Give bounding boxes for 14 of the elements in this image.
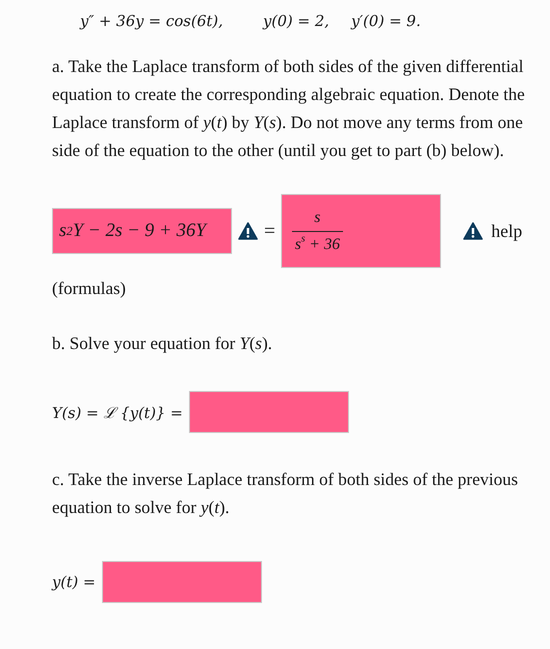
equals-sign: = — [264, 220, 276, 242]
equation-label: Y(s) = ℒ {y(t)} = — [52, 403, 183, 422]
question-text: c. Take the inverse Laplace transform of both sides of the previous equation to solve for y(t). — [52, 468, 519, 519]
equation-label: y(t) = — [52, 573, 96, 591]
answer-field[interactable] — [102, 561, 262, 603]
question-text: b. Solve your equation for Y(s). — [52, 332, 274, 355]
formulas-link[interactable]: (formulas) — [52, 278, 126, 299]
initial-condition: y(0) = 2, — [263, 12, 330, 30]
question-text: a. Take the Laplace transform of both sides of the given differential equation to create the corresponding algebraic equation. Denote the Laplace transform of y(t) by Y(s). Do not move any terms from one side of the equation to the other (until you get to part (b) below). — [52, 55, 526, 162]
help-link[interactable]: help — [491, 220, 522, 242]
initial-condition: y′(0) = 9. — [351, 12, 421, 30]
answer-field[interactable] — [188, 391, 349, 433]
differential-equation: y″ + 36y = cos(6t), — [80, 12, 224, 30]
answer-box[interactable]: s s$^{s}$ + 36 — [281, 194, 442, 268]
